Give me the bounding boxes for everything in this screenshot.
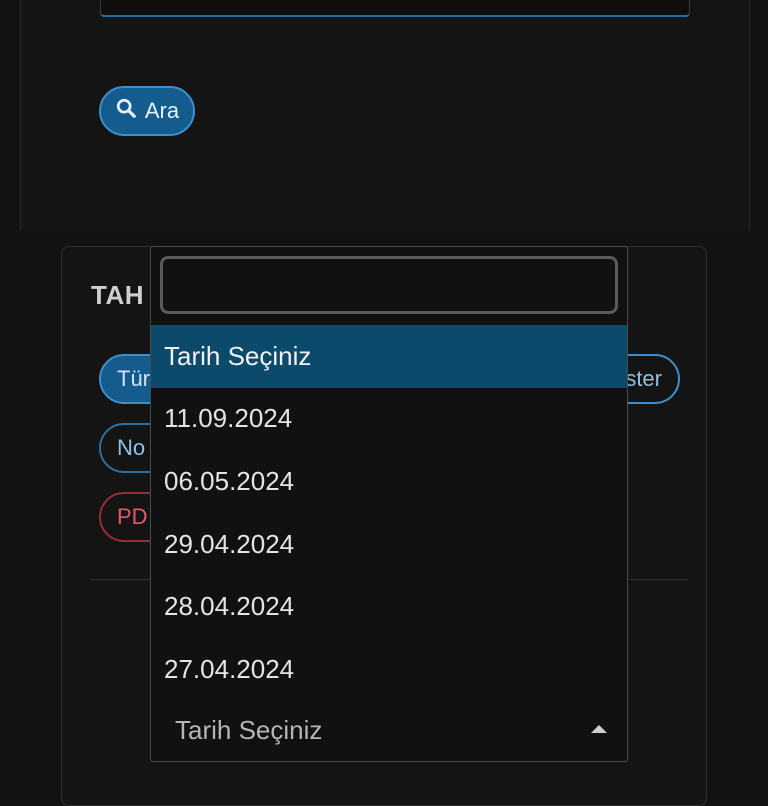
search-button-label: Ara bbox=[144, 98, 180, 123]
caret-up-icon bbox=[591, 725, 607, 733]
date-dropdown: Tarih Seçiniz 11.09.2024 06.05.2024 29.0… bbox=[150, 246, 628, 762]
dropdown-option[interactable]: 06.05.2024 bbox=[151, 450, 627, 513]
dropdown-option-placeholder[interactable]: Tarih Seçiniz bbox=[151, 325, 627, 388]
dropdown-option[interactable]: 11.09.2024 bbox=[151, 388, 627, 451]
dropdown-option[interactable]: 29.04.2024 bbox=[151, 513, 627, 576]
search-text-field[interactable] bbox=[100, 0, 690, 17]
date-select[interactable]: Tarih Seçiniz bbox=[151, 699, 627, 761]
dropdown-options: Tarih Seçiniz 11.09.2024 06.05.2024 29.0… bbox=[151, 325, 627, 701]
dropdown-option[interactable]: 28.04.2024 bbox=[151, 575, 627, 638]
card-title: TAH bbox=[91, 280, 145, 310]
search-button[interactable]: Ara bbox=[99, 86, 195, 136]
search-icon bbox=[115, 97, 137, 125]
date-select-value: Tarih Seçiniz bbox=[175, 714, 323, 745]
dropdown-search-input[interactable] bbox=[160, 256, 618, 314]
dropdown-option[interactable]: 27.04.2024 bbox=[151, 638, 627, 701]
